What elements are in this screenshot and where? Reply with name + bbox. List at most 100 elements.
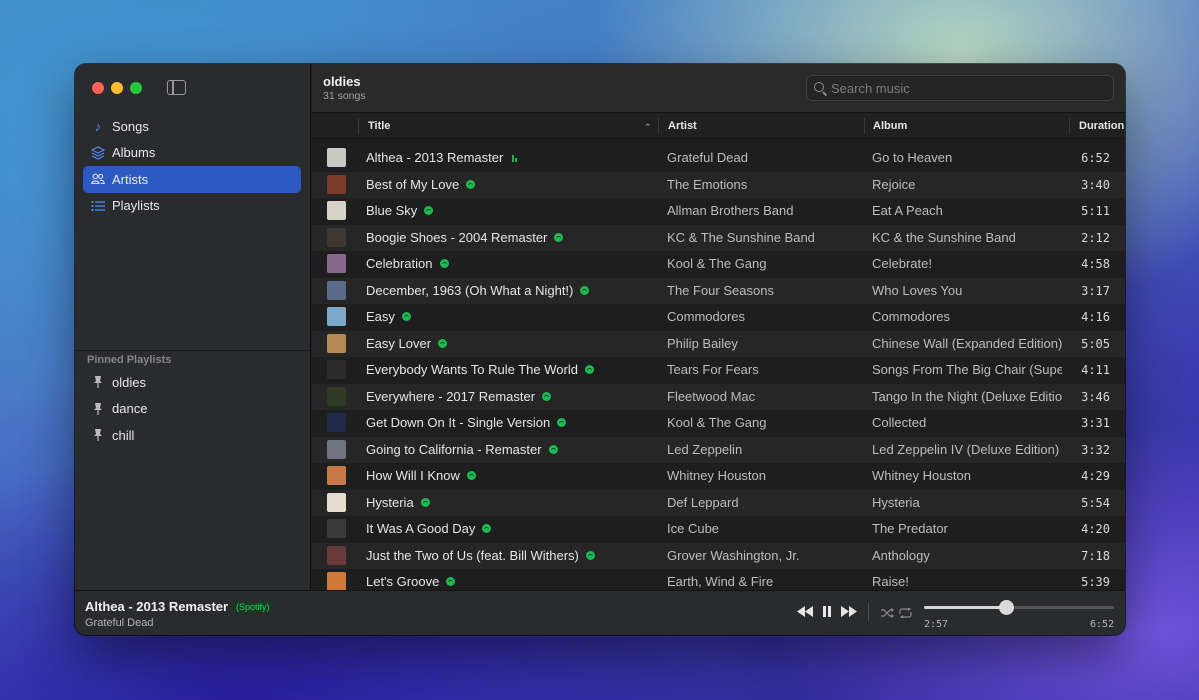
column-divider[interactable]: [658, 118, 659, 134]
close-window-button[interactable]: [92, 82, 104, 94]
repeat-button[interactable]: [899, 607, 912, 621]
table-row[interactable]: Let's Groove Earth, Wind & Fire Raise! 5:39: [312, 569, 1125, 590]
song-title-cell: How Will I Know: [366, 463, 656, 490]
song-title: Easy: [366, 309, 395, 324]
next-track-button[interactable]: [841, 606, 857, 620]
zoom-window-button[interactable]: [130, 82, 142, 94]
table-row[interactable]: How Will I Know Whitney Houston Whitney Ho…: [312, 463, 1125, 490]
song-title-cell: Blue Sky: [366, 198, 656, 225]
spotify-icon: [584, 365, 594, 374]
table-row[interactable]: Everywhere - 2017 Remaster Fleetwood Mac T…: [312, 383, 1125, 410]
song-title: Everywhere - 2017 Remaster: [366, 388, 536, 404]
playback-progress-slider[interactable]: [924, 600, 1114, 615]
song-album: Go to Heaven: [872, 150, 953, 165]
song-title: How Will I Know: [366, 468, 460, 483]
song-artist: Whitney Houston: [667, 468, 766, 483]
song-duration: 3:32: [1081, 442, 1110, 457]
table-row[interactable]: Hysteria Def Leppard Hysteria 5:54: [312, 489, 1125, 516]
spotify-icon: [542, 391, 552, 401]
album-art-thumbnail: [327, 413, 346, 432]
album-art-thumbnail: [327, 519, 346, 538]
elapsed-time: 2:57: [924, 619, 949, 630]
table-row[interactable]: Just the Two of Us (feat. Bill Withers) G…: [312, 542, 1125, 569]
sidebar-item-albums[interactable]: Albums: [83, 140, 301, 167]
song-title-cell: Easy: [366, 304, 656, 331]
sidebar-toggle-icon[interactable]: [167, 80, 186, 95]
table-row[interactable]: Best of My Love The Emotions Rejoice 3:40: [312, 171, 1125, 198]
now-playing-title: Althea - 2013 Remaster: [85, 599, 229, 614]
table-row[interactable]: December, 1963 (Oh What a Night!) The Fou…: [312, 277, 1125, 304]
minimize-window-button[interactable]: [111, 82, 123, 94]
table-row[interactable]: Easy Lover Philip Bailey Chinese Wall (Exp…: [312, 330, 1125, 357]
table-row[interactable]: Celebration Kool & The Gang Celebrate! 4:58: [312, 251, 1125, 278]
album-art-thumbnail: [327, 174, 346, 194]
column-header-title[interactable]: Title: [368, 113, 390, 139]
album-art-thumbnail: [327, 254, 346, 273]
song-count: 31 songs: [323, 90, 366, 102]
column-divider[interactable]: [1069, 118, 1070, 134]
spotify-icon: [466, 471, 476, 480]
column-header-album[interactable]: Album: [873, 113, 907, 139]
previous-track-button[interactable]: [797, 606, 813, 620]
sidebar-item-songs[interactable]: ♪ Songs: [83, 113, 301, 140]
sidebar-item-label: Playlists: [112, 198, 160, 214]
pin-icon: [91, 402, 105, 415]
now-playing-bar: Althea - 2013 Remaster (Spotify) Gratefu…: [75, 590, 1125, 635]
table-row[interactable]: Althea - 2013 Remaster Grateful Dead Go to…: [312, 145, 1125, 172]
column-header-duration[interactable]: Duration: [1079, 113, 1124, 139]
song-album: The Predator: [872, 521, 948, 536]
song-title: Get Down On It - Single Version: [366, 415, 551, 430]
sort-ascending-icon: ⌃: [644, 122, 652, 132]
playback-scrubber-handle[interactable]: [998, 600, 1014, 615]
song-title-cell: It Was A Good Day: [366, 516, 656, 543]
song-title-cell: Boogie Shoes - 2004 Remaster: [366, 225, 656, 252]
song-duration: 5:11: [1081, 204, 1110, 218]
song-duration: 7:18: [1081, 548, 1110, 563]
pinned-playlists-list: oldies dance chill: [83, 369, 301, 449]
sidebar-item-label: Artists: [112, 171, 149, 187]
song-duration: 5:54: [1081, 495, 1110, 510]
song-artist: Kool & The Gang: [667, 415, 767, 430]
column-divider[interactable]: [864, 118, 865, 134]
sidebar-item-playlists[interactable]: Playlists: [83, 193, 301, 220]
pinned-playlist-dance[interactable]: dance: [83, 396, 301, 423]
song-title-cell: Celebration: [366, 251, 656, 278]
table-row[interactable]: It Was A Good Day Ice Cube The Predator 4:2…: [312, 516, 1125, 543]
table-row[interactable]: Going to California - Remaster Led Zeppel…: [312, 436, 1125, 463]
song-duration: 3:17: [1081, 283, 1110, 298]
spotify-icon: [482, 524, 492, 533]
pinned-playlist-chill[interactable]: chill: [83, 422, 301, 449]
album-art-thumbnail: [327, 439, 346, 459]
table-row[interactable]: Boogie Shoes - 2004 Remaster KC & The Sun…: [312, 224, 1125, 252]
table-row[interactable]: Blue Sky Allman Brothers Band Eat A Peach 5…: [312, 198, 1125, 225]
song-artist: Kool & The Gang: [667, 256, 767, 271]
spotify-icon: [557, 418, 567, 427]
song-table: Althea - 2013 Remaster Grateful Dead Go to…: [312, 145, 1125, 590]
song-artist: Grover Washington, Jr.: [667, 547, 800, 563]
spotify-icon: [438, 338, 448, 348]
pinned-playlist-oldies[interactable]: oldies: [83, 369, 301, 396]
table-row[interactable]: Get Down On It - Single Version Kool & Th…: [312, 410, 1125, 437]
song-title: December, 1963 (Oh What a Night!): [366, 282, 574, 298]
song-artist: Led Zeppelin: [667, 441, 743, 457]
pinned-playlist-label: oldies: [112, 374, 146, 390]
spotify-icon: [424, 206, 434, 215]
search-box[interactable]: [806, 75, 1114, 101]
sidebar-item-artists[interactable]: Artists: [83, 166, 301, 193]
shuffle-button[interactable]: [881, 607, 894, 621]
song-artist: Fleetwood Mac: [667, 388, 756, 404]
album-art-thumbnail: [327, 148, 346, 167]
search-input[interactable]: [831, 76, 1101, 100]
list-icon: [91, 199, 105, 213]
song-duration: 3:31: [1081, 416, 1110, 430]
column-header-artist[interactable]: Artist: [668, 113, 697, 139]
now-playing-indicator-icon: [512, 153, 518, 162]
song-duration: 4:16: [1081, 310, 1110, 324]
table-row[interactable]: Everybody Wants To Rule The World Tears F…: [312, 357, 1125, 384]
song-artist: The Emotions: [667, 176, 748, 192]
table-row[interactable]: Easy Commodores Commodores 4:16: [312, 304, 1125, 331]
pause-button[interactable]: [822, 606, 832, 620]
album-art-thumbnail: [327, 307, 346, 326]
window-controls: [92, 82, 142, 94]
song-album: Rejoice: [872, 176, 916, 192]
